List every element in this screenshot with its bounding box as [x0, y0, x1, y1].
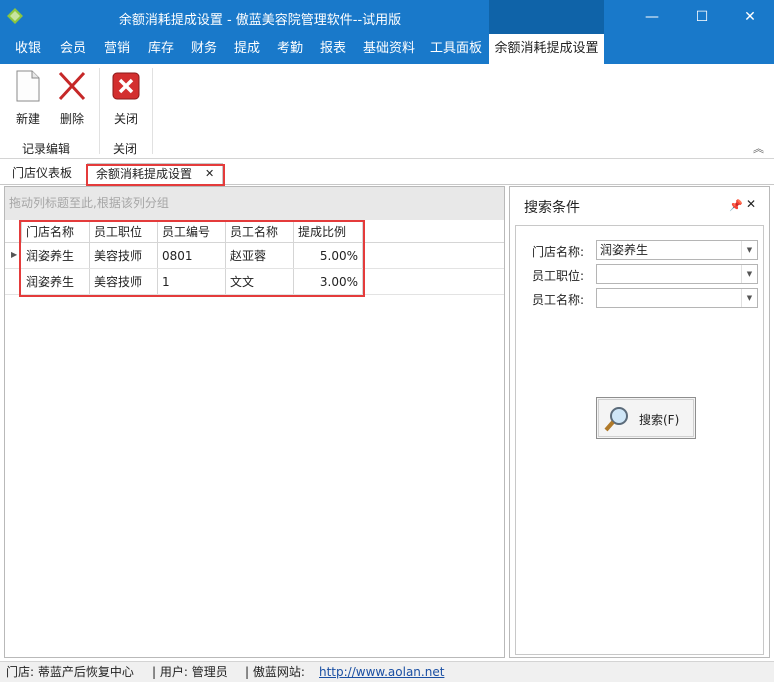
context-tab-highlight — [489, 0, 604, 34]
maximize-icon: ☐ — [695, 9, 709, 25]
tab-inventory[interactable]: 库存 — [148, 34, 174, 64]
search-panel-title: 搜索条件 — [524, 200, 580, 216]
close-panel-icon[interactable]: ✕ — [746, 197, 756, 211]
search-form: 门店名称: 润姿养生 ▼ 员工职位: ▼ 员工名称: ▼ 搜索(F) — [515, 225, 764, 655]
close-button-label: 关闭 — [113, 112, 138, 126]
tab-commission[interactable]: 提成 — [234, 34, 260, 64]
maximize-button[interactable]: ☐ — [678, 0, 726, 34]
delete-x-icon — [58, 71, 86, 101]
status-site-label: | 傲蓝网站: — [245, 665, 305, 679]
group-by-hint[interactable]: 拖动列标题至此,根据该列分组 — [5, 187, 504, 220]
ribbon-panel: 新建 删除 关闭 记录编辑 关闭 ︽ — [0, 64, 774, 159]
store-name-value: 润姿养生 — [600, 243, 649, 257]
status-store: 门店: 蒂蓝产后恢复中心 — [6, 665, 134, 679]
group-label-close: 关闭 — [113, 142, 138, 156]
highlight-box — [19, 220, 365, 297]
ribbon-separator — [99, 68, 100, 154]
tab-cashier[interactable]: 收银 — [15, 34, 41, 64]
position-label: 员工职位: — [532, 269, 585, 283]
website-link[interactable]: http://www.aolan.net — [319, 662, 444, 682]
position-select[interactable]: ▼ — [596, 264, 758, 284]
chevron-down-icon[interactable]: ▼ — [741, 289, 757, 307]
ribbon-separator — [152, 68, 153, 154]
new-button-label: 新建 — [15, 112, 40, 126]
emp-name-label: 员工名称: — [532, 293, 585, 307]
emp-name-select[interactable]: ▼ — [596, 288, 758, 308]
close-icon: ✕ — [744, 9, 756, 25]
status-user: | 用户: 管理员 — [152, 665, 228, 679]
tab-finance[interactable]: 财务 — [191, 34, 217, 64]
tab-marketing[interactable]: 营销 — [104, 34, 130, 64]
new-document-icon — [16, 70, 40, 102]
magnifier-icon — [604, 407, 628, 432]
tab-basic-data[interactable]: 基础资料 — [363, 34, 415, 64]
chevron-down-icon[interactable]: ▼ — [741, 265, 757, 283]
tab-balance-commission[interactable]: 余额消耗提成设置 — [489, 34, 604, 64]
store-name-select[interactable]: 润姿养生 ▼ — [596, 240, 758, 260]
chevron-down-icon[interactable]: ▼ — [741, 241, 757, 259]
row-pointer-icon: ▶ — [11, 250, 18, 259]
group-label-record-edit: 记录编辑 — [22, 142, 71, 156]
highlight-box — [86, 164, 225, 186]
search-panel: 搜索条件 📌 ✕ 门店名称: 润姿养生 ▼ 员工职位: ▼ 员工名称: ▼ 搜索… — [509, 186, 770, 658]
tab-tools-panel[interactable]: 工具面板 — [430, 34, 482, 64]
window-title: 余额消耗提成设置 - 傲蓝美容院管理软件--试用版 — [118, 13, 402, 28]
delete-button[interactable]: 删除 — [52, 70, 92, 130]
minimize-icon: — — [645, 9, 659, 25]
minimize-button[interactable]: — — [628, 0, 676, 34]
close-window-button[interactable]: ✕ — [726, 0, 774, 34]
close-red-icon — [112, 72, 140, 100]
collapse-ribbon-icon[interactable]: ︽ — [753, 140, 764, 156]
ribbon-tab-bar: 收银 会员 营销 库存 财务 提成 考勤 报表 基础资料 工具面板 余额消耗提成… — [0, 34, 774, 64]
status-bar: 门店: 蒂蓝产后恢复中心 | 用户: 管理员 | 傲蓝网站: http://ww… — [0, 661, 774, 682]
title-bar: 余额消耗提成设置 - 傲蓝美容院管理软件--试用版 — ☐ ✕ — [0, 0, 774, 34]
store-name-label: 门店名称: — [532, 245, 585, 259]
close-button[interactable]: 关闭 — [106, 70, 146, 130]
pin-icon[interactable]: 📌 — [729, 199, 743, 212]
tab-member[interactable]: 会员 — [60, 34, 86, 64]
search-button[interactable]: 搜索(F) — [596, 397, 696, 439]
delete-button-label: 删除 — [59, 112, 84, 126]
tab-reports[interactable]: 报表 — [320, 34, 346, 64]
new-button[interactable]: 新建 — [8, 70, 48, 130]
search-button-label: 搜索(F) — [639, 413, 680, 427]
tab-attendance[interactable]: 考勤 — [277, 34, 303, 64]
doc-tab-store-dashboard[interactable]: 门店仪表板 — [12, 163, 72, 185]
